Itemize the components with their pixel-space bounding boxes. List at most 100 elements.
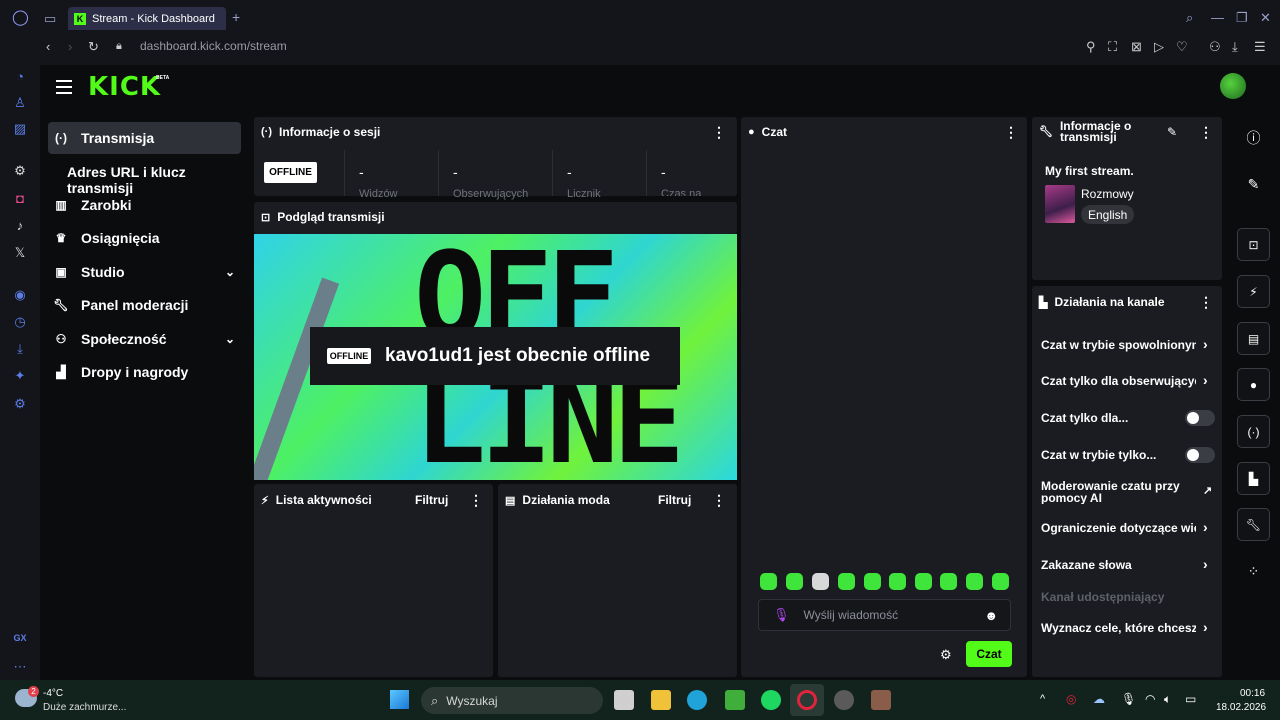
edge-icon[interactable] xyxy=(687,690,707,710)
preview-widget-button[interactable]: ⊡ xyxy=(1237,228,1270,261)
nav-dropy[interactable]: ▟ Dropy i nagrody xyxy=(48,356,241,388)
edit-icon[interactable]: ✎ xyxy=(1167,125,1177,139)
pin-icon[interactable]: ⚲ xyxy=(1086,40,1096,53)
mod-actions-widget-button[interactable]: ▤ xyxy=(1237,322,1270,355)
action-banned-words[interactable]: Zakazane słowa xyxy=(1041,558,1196,572)
external-link-icon[interactable]: ↗ xyxy=(1203,484,1212,497)
tray-mic-icon[interactable]: 🎙︎ xyxy=(1121,692,1136,706)
nav-studio[interactable]: ▣ Studio ⌄ xyxy=(48,256,241,288)
chevron-right-icon[interactable]: › xyxy=(1203,556,1208,572)
minimize-icon[interactable]: — xyxy=(1211,11,1224,24)
action-slow-mode[interactable]: Czat w trybie spowolnionym xyxy=(1041,338,1196,352)
emote-icon[interactable] xyxy=(915,573,932,590)
chevron-right-icon[interactable]: › xyxy=(1203,619,1208,635)
file-explorer-icon[interactable] xyxy=(651,690,671,710)
activity-widget-button[interactable]: ⚡︎ xyxy=(1237,275,1270,308)
back-icon[interactable]: ‹ xyxy=(46,40,50,53)
nav-transmisja[interactable]: (·) Transmisja xyxy=(48,122,241,154)
menu-icon[interactable]: ☰ xyxy=(1254,40,1266,53)
volume-icon[interactable]: 🔈︎ xyxy=(1164,692,1171,707)
info-icon[interactable]: ⓘ xyxy=(1237,121,1270,154)
chat-input[interactable]: 🎙︎ Wyślij wiadomość ☻ xyxy=(758,599,1011,631)
stream-info-widget-button[interactable]: 🔧︎ xyxy=(1237,508,1270,541)
action-followers-only[interactable]: Czat tylko dla obserwujących xyxy=(1041,374,1196,388)
chevron-right-icon[interactable]: › xyxy=(1203,519,1208,535)
taskbar-search[interactable]: ⌕ Wyszukaj xyxy=(421,687,603,714)
gx-icon[interactable]: GX xyxy=(12,633,28,649)
speed-dial-icon[interactable]: ◔ xyxy=(12,69,28,85)
history-icon[interactable]: ◷ xyxy=(12,314,28,330)
profile-icon[interactable]: ⚇ xyxy=(1209,40,1221,53)
downloads-icon[interactable]: ⤓ xyxy=(12,341,28,357)
x-icon[interactable]: 𝕏 xyxy=(12,245,28,261)
avatar[interactable] xyxy=(1220,73,1246,99)
more-icon[interactable]: ⋯ xyxy=(12,659,28,675)
nav-panel-moderacji[interactable]: 🔧︎ Panel moderacji xyxy=(48,289,241,321)
extensions-icon[interactable]: ✦ xyxy=(12,368,28,384)
reload-icon[interactable]: ↻ xyxy=(88,40,99,53)
clock-date[interactable]: 18.02.2026 xyxy=(1216,702,1266,713)
chat-widget-button[interactable]: ● xyxy=(1237,368,1270,401)
heart-icon[interactable]: ♡ xyxy=(1176,40,1188,53)
activity-menu-icon[interactable]: ⋮ xyxy=(469,492,483,509)
edit-icon[interactable]: ✎ xyxy=(1237,168,1270,201)
battery-icon[interactable]: ▭ xyxy=(1185,692,1196,706)
tray-chevron-up-icon[interactable]: ^ xyxy=(1040,693,1045,705)
chat-send-button[interactable]: Czat xyxy=(966,641,1012,667)
emote-icon[interactable] xyxy=(992,573,1009,590)
maximize-icon[interactable]: ❐ xyxy=(1236,11,1248,24)
session-menu-icon[interactable]: ⋮ xyxy=(712,124,726,141)
chat-settings-icon[interactable]: ⚙ xyxy=(940,647,952,663)
emote-icon[interactable] xyxy=(940,573,957,590)
chevron-right-icon[interactable]: › xyxy=(1203,336,1208,352)
emote-icon[interactable] xyxy=(838,573,855,590)
emote-only-toggle[interactable] xyxy=(1185,447,1215,463)
emote-icon[interactable] xyxy=(966,573,983,590)
mod-menu-icon[interactable]: ⋮ xyxy=(712,492,726,509)
channel-actions-widget-button[interactable]: ▙ xyxy=(1237,462,1270,495)
clock-time[interactable]: 00:16 xyxy=(1240,688,1265,699)
chevron-right-icon[interactable]: › xyxy=(1203,372,1208,388)
action-set-goals[interactable]: Wyznacz cele, które chcesz osiągnąć xyxy=(1041,621,1196,635)
session-widget-button[interactable]: (·) xyxy=(1237,415,1270,448)
forward-icon[interactable]: › xyxy=(68,40,72,53)
adblock-icon[interactable]: ⊠ xyxy=(1131,40,1142,53)
channel-actions-menu-icon[interactable]: ⋮ xyxy=(1199,294,1213,311)
tab-islands-icon[interactable]: ▭ xyxy=(44,12,56,25)
action-age-restriction[interactable]: Ograniczenie dotyczące wieku xyxy=(1041,521,1196,535)
kick-logo[interactable]: KICK xyxy=(88,72,161,102)
play-icon[interactable]: ▷ xyxy=(1154,40,1164,53)
app-icon[interactable] xyxy=(871,690,891,710)
search-tabs-icon[interactable]: ⌕ xyxy=(1186,11,1193,24)
close-icon[interactable]: ✕ xyxy=(1260,11,1271,24)
action-ai-moderation[interactable]: Moderowanie czatu przy pomocy AI xyxy=(1041,480,1191,504)
nav-spolecznosc[interactable]: ⚇ Społeczność ⌄ xyxy=(48,323,241,355)
emote-icon[interactable] xyxy=(760,573,777,590)
emoji-icon[interactable]: ☻ xyxy=(984,608,998,623)
task-view-icon[interactable] xyxy=(614,690,634,710)
windows-start-icon[interactable] xyxy=(390,690,409,709)
settings-icon[interactable]: ⚙ xyxy=(12,396,28,412)
download-icon[interactable]: ⤓ xyxy=(1232,40,1238,53)
nav-zarobki[interactable]: ▥ Zarobki xyxy=(48,189,241,221)
wifi-icon[interactable]: ◠ xyxy=(1145,692,1155,706)
chat-menu-icon[interactable]: ⋮ xyxy=(1004,124,1018,141)
emote-icon[interactable] xyxy=(864,573,881,590)
emote-icon[interactable] xyxy=(812,573,829,590)
tab-kick-dashboard[interactable]: K Stream - Kick Dashboard xyxy=(68,7,226,30)
spotify-icon[interactable]: ◉ xyxy=(12,287,28,303)
emote-icon[interactable] xyxy=(786,573,803,590)
instagram-icon[interactable]: ◘ xyxy=(12,191,28,207)
tray-cloud-icon[interactable]: ☁ xyxy=(1093,692,1105,706)
hamburger-icon[interactable] xyxy=(56,80,72,94)
subscribers-only-toggle[interactable] xyxy=(1185,410,1215,426)
tiktok-icon[interactable]: ♪ xyxy=(12,218,28,234)
aria-icon[interactable]: ♙ xyxy=(12,95,28,111)
activity-filter-button[interactable]: Filtruj xyxy=(415,493,448,507)
spotify-taskbar-icon[interactable] xyxy=(761,690,781,710)
chatgpt-icon[interactable]: ⚙ xyxy=(12,163,28,179)
stream-info-menu-icon[interactable]: ⋮ xyxy=(1199,124,1213,141)
emote-icon[interactable] xyxy=(889,573,906,590)
tray-opera-icon[interactable]: ◎ xyxy=(1066,692,1076,706)
minecraft-icon[interactable] xyxy=(725,690,745,710)
